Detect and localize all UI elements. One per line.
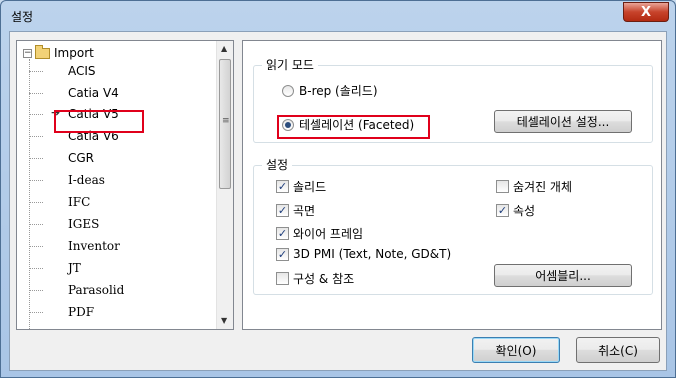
check-pmi[interactable]: ✓ 3D PMI (Text, Note, GD&T) (276, 247, 451, 261)
dialog-body: − Import ACIS Catia V4 ➔ Catia V5 Catia … (9, 31, 667, 371)
tree-connector (29, 92, 43, 94)
check-attributes[interactable]: ✓ 속성 (496, 202, 535, 219)
tree-item-cgr[interactable]: CGR (29, 147, 97, 169)
grip-icon: ≡ (222, 116, 230, 126)
radio-brep[interactable]: B-rep (솔리드) (282, 82, 378, 99)
cancel-button[interactable]: 취소(C) (576, 337, 660, 363)
tree-item-label: CGR (68, 151, 95, 165)
options-panel: 읽기 모드 B-rep (솔리드) 테셀레이션 (Faceted) 테셀레이션 … (242, 40, 662, 330)
settings-dialog: 설정 X − Import ACIS Catia V4 ➔ Catia V5 C… (0, 0, 676, 378)
tree-connector (29, 223, 43, 225)
radio-brep-label: B-rep (솔리드) (299, 84, 378, 98)
tree-item-parasolid[interactable]: Parasolid (29, 279, 127, 301)
tree-item-label: PDF (68, 305, 95, 319)
check-wireframe-label: 와이어 프레임 (293, 227, 364, 241)
tree-item-label: IGES (68, 217, 100, 231)
check-wireframe[interactable]: ✓ 와이어 프레임 (276, 225, 363, 242)
checkbox-checked-icon[interactable]: ✓ (276, 247, 289, 261)
format-tree[interactable]: − Import ACIS Catia V4 ➔ Catia V5 Catia … (16, 40, 234, 330)
tree-connector (29, 311, 43, 313)
tree-connector (29, 267, 43, 269)
radio-icon[interactable] (282, 84, 294, 97)
tree-item-label: I-deas (68, 173, 105, 187)
highlight-box-faceted (277, 115, 430, 139)
tree-scrollbar[interactable]: ▲ ≡ ▼ (216, 41, 233, 329)
ok-button[interactable]: 확인(O) (472, 337, 560, 363)
check-solid[interactable]: ✓ 솔리드 (276, 178, 326, 195)
tree-connector (29, 289, 43, 291)
tree-connector (29, 157, 43, 159)
checkbox-checked-icon[interactable]: ✓ (276, 204, 289, 217)
check-construction[interactable]: 구성 & 참조 (276, 270, 354, 287)
tree-connector (29, 245, 43, 247)
tree-item-ideas[interactable]: I-deas (29, 169, 108, 191)
check-hidden[interactable]: 숨겨진 개체 (496, 178, 572, 195)
scroll-thumb[interactable]: ≡ (219, 59, 231, 189)
tree-connector (29, 179, 43, 181)
tree-root-label: Import (54, 46, 94, 60)
check-surface[interactable]: ✓ 곡면 (276, 202, 315, 219)
settings-title: 설정 (262, 156, 293, 173)
highlight-box-catia-v5 (54, 110, 144, 133)
assembly-button[interactable]: 어셈블리... (494, 264, 632, 287)
tree-item-ifc[interactable]: IFC (29, 191, 93, 213)
tree-item-iges[interactable]: IGES (29, 213, 102, 235)
tree-item-label: ACIS (68, 64, 96, 78)
tree-item-label: Parasolid (68, 283, 125, 297)
close-button[interactable]: X (623, 2, 669, 22)
tree-item-inventor[interactable]: Inventor (29, 235, 123, 257)
check-solid-label: 솔리드 (293, 180, 327, 194)
tree-item-jt[interactable]: JT (29, 257, 84, 279)
tessellation-settings-button[interactable]: 테셀레이션 설정... (494, 110, 632, 133)
collapse-icon[interactable]: − (23, 48, 32, 58)
read-mode-title: 읽기 모드 (262, 56, 318, 73)
checkbox-checked-icon[interactable]: ✓ (276, 227, 289, 240)
tree-item-label: Catia V4 (68, 86, 119, 100)
settings-group: 설정 ✓ 솔리드 ✓ 곡면 ✓ 와이어 프레임 ✓ 3D PMI (Text, … (253, 156, 653, 295)
tree-connector (29, 135, 43, 137)
scroll-up-icon[interactable]: ▲ (221, 44, 227, 53)
title-bar[interactable]: 설정 X (1, 1, 675, 31)
tree-connector (29, 113, 43, 115)
tree-item-label: IFC (68, 195, 91, 209)
tree-item-acis[interactable]: ACIS (29, 60, 99, 82)
checkbox-unchecked-icon[interactable] (496, 180, 509, 193)
tree-item-pdf[interactable]: PDF (29, 301, 97, 323)
tree-item-label: Inventor (68, 239, 120, 253)
checkbox-checked-icon[interactable]: ✓ (276, 180, 289, 193)
window-title: 설정 (11, 10, 34, 24)
check-construction-label: 구성 & 참조 (293, 272, 355, 286)
tree-connector (29, 201, 43, 203)
scroll-down-icon[interactable]: ▼ (221, 316, 227, 325)
check-hidden-label: 숨겨진 개체 (513, 180, 573, 194)
checkbox-checked-icon[interactable]: ✓ (496, 204, 509, 217)
check-pmi-label: 3D PMI (Text, Note, GD&T) (293, 247, 452, 261)
tree-item-label: JT (68, 261, 81, 275)
tree-item-catia-v4[interactable]: Catia V4 (29, 82, 122, 104)
check-surface-label: 곡면 (293, 204, 316, 218)
folder-icon (35, 44, 50, 59)
checkbox-unchecked-icon[interactable] (276, 272, 289, 285)
check-attributes-label: 속성 (513, 204, 536, 218)
tree-connector (29, 70, 43, 72)
